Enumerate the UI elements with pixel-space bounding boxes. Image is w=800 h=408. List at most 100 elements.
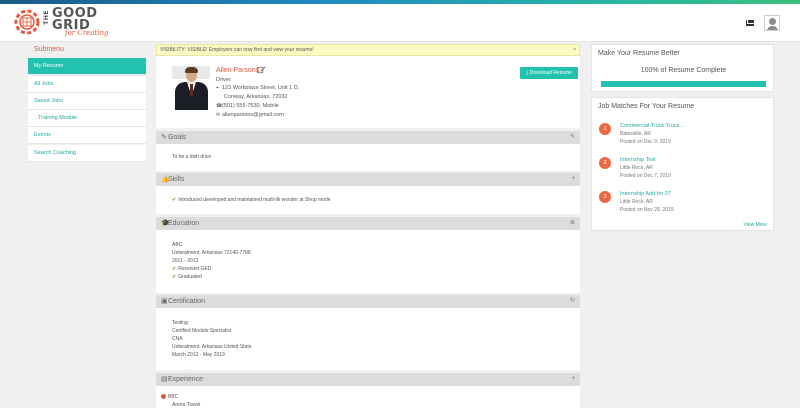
site-header: THE GOOD GRID for Creating: [0, 4, 800, 42]
completion-progress-fill: [601, 81, 766, 87]
experience-section-header: ▤Experience +: [156, 373, 580, 386]
education-check-1: ✔ Received GED: [172, 266, 211, 272]
sidebar-item-saved-jobs[interactable]: Saved Jobs: [28, 93, 146, 110]
user-icon-body: [767, 26, 778, 30]
skills-section-body: ✔ Introduced developed and maintained mul…: [156, 186, 580, 214]
education-add-icon[interactable]: ⊕: [570, 217, 575, 230]
education-section-header: 🎓Education ⊕: [156, 217, 580, 230]
job-match-item: 3 Internship Add-ho 27 Little Rock, AR P…: [598, 190, 768, 220]
sidebar-item-search-coaching[interactable]: Search Coaching: [28, 145, 146, 162]
download-resume-label: Download Resume: [529, 70, 572, 76]
phone-text: (501) 555-7530, Mobile: [222, 103, 279, 109]
job-number-badge: 2: [599, 157, 611, 169]
job-matches-panel: Job Matches For Your Resume 1 Commercial…: [591, 97, 774, 231]
education-location: Unbeatment, Arkansas 72140-7788: [172, 250, 251, 256]
education-check-2: ✔ Graduated: [172, 274, 202, 280]
goals-text: To be a dish drive: [172, 154, 212, 160]
profile-address-line2: Conway, Arkansas, 72032: [224, 94, 288, 100]
education-check-2-text: Graduated: [178, 274, 202, 280]
sidebar-item-events[interactable]: Events: [28, 127, 146, 144]
briefcase-icon: ▤: [161, 376, 168, 383]
download-resume-button[interactable]: ⤓ Download Resume: [520, 67, 578, 79]
job-posted-date: Posted on Dec 9, 2019: [620, 139, 671, 145]
job-location: Little Rock, AR: [620, 165, 653, 171]
user-avatar-button[interactable]: [764, 15, 780, 31]
notice-text: VISIBILITY: VISIBLE! Employers can now f…: [160, 47, 314, 53]
thumbs-up-icon: 👍: [161, 176, 170, 183]
certification-line-1: Testing: [172, 320, 188, 326]
job-location: Little Rock, AR: [620, 199, 653, 205]
education-section-body: ABC Unbeatment, Arkansas 72140-7788 2011…: [156, 230, 580, 293]
completion-title: Make Your Resume Better: [598, 50, 680, 57]
skills-section-header: 👍Skills +: [156, 173, 580, 186]
job-title-link[interactable]: Commercial Truck Truck...: [620, 123, 684, 129]
experience-add-icon[interactable]: +: [571, 373, 575, 386]
sidebar-item-training-module[interactable]: Training Module: [28, 110, 146, 127]
brand-tagline: for Creating: [65, 29, 109, 37]
experience-marker-icon: [161, 394, 166, 400]
sidebar-item-my-resume[interactable]: My Resume: [28, 58, 146, 75]
profile-role: Driver: [216, 77, 231, 83]
address-line1-text: 123 Workplace Street, Unit 1 D,: [222, 85, 300, 91]
gear-logo-icon: [14, 9, 40, 35]
photo-hair: [185, 67, 198, 73]
profile-email[interactable]: ✉ allenparsons@gmail.com: [216, 112, 284, 118]
education-title: Education: [168, 220, 200, 227]
check-icon: ✔: [172, 197, 177, 203]
completion-percent-label: 100% of Resume Complete: [640, 67, 727, 74]
experience-item-sub: Arena Travel: [172, 402, 201, 408]
education-dates: 2011 - 2013: [172, 258, 199, 264]
certification-title: Certification: [168, 298, 205, 305]
check-icon: ✔: [172, 274, 177, 280]
email-text: allenparsons@gmail.com: [222, 112, 284, 118]
logo[interactable]: THE GOOD GRID for Creating: [12, 7, 112, 39]
sidebar-title: Submenu: [34, 46, 64, 53]
goals-section-header: ✎Goals ✎: [156, 131, 580, 144]
visibility-notice: VISIBILITY: VISIBLE! Employers can now f…: [156, 44, 580, 56]
experience-item: BBC: [161, 394, 178, 400]
brand-the: THE: [43, 10, 50, 25]
job-title-link[interactable]: Internship Test: [620, 157, 656, 163]
envelope-icon[interactable]: [746, 20, 754, 26]
photo-tie: [190, 84, 193, 96]
job-match-item: 1 Commercial Truck Truck... Batesville, …: [598, 122, 768, 152]
resume-completion-panel: Make Your Resume Better 100% of Resume C…: [591, 44, 774, 92]
check-icon: ✔: [172, 266, 177, 272]
skills-title: Skills: [168, 176, 185, 183]
experience-section-body: BBC Arena Travel: [156, 386, 580, 408]
certification-line-2: Certified Module Specialist: [172, 328, 232, 334]
profile-photo: [172, 66, 210, 110]
job-location: Batesville, AR: [620, 131, 651, 137]
view-more-link[interactable]: View More: [743, 222, 767, 228]
notice-close-icon[interactable]: ×: [573, 45, 576, 55]
goals-icon: ✎: [161, 134, 167, 141]
job-posted-date: Posted on Dec 7, 2019: [620, 173, 671, 179]
certification-add-icon[interactable]: ↻: [570, 295, 575, 308]
certification-section-header: ▣Certification ↻: [156, 295, 580, 308]
sidebar-item-all-jobs[interactable]: All Jobs: [28, 76, 146, 93]
profile-card: Allen Parsons Driver ⌖ 123 Workplace Stre…: [156, 56, 580, 128]
skill-item: ✔ Introduced developed and maintained mul…: [172, 197, 331, 203]
completion-progress-bar: [601, 81, 766, 87]
goals-title: Goals: [168, 134, 187, 141]
edit-profile-icon[interactable]: [257, 66, 266, 75]
graduation-cap-icon: 🎓: [161, 220, 170, 227]
profile-name: Allen Parsons: [216, 67, 260, 74]
profile-address-line1: ⌖ 123 Workplace Street, Unit 1 D,: [216, 85, 299, 91]
job-number-badge: 3: [599, 191, 611, 203]
experience-title: Experience: [168, 376, 204, 383]
certificate-icon: ▣: [161, 298, 168, 305]
goals-edit-icon[interactable]: ✎: [570, 131, 575, 144]
job-number-badge: 1: [599, 123, 611, 135]
job-match-item: 2 Internship Test Little Rock, AR Posted…: [598, 156, 768, 186]
certification-line-5: March 2013 - May 2019: [172, 352, 225, 358]
job-title-link[interactable]: Internship Add-ho 27: [620, 191, 671, 197]
certification-section-body: Testing Certified Module Specialist CNA …: [156, 308, 580, 370]
education-school: ABC: [172, 242, 183, 248]
certification-line-3: CNA: [172, 336, 183, 342]
skills-add-icon[interactable]: +: [571, 173, 575, 186]
experience-item-title: BBC: [168, 394, 179, 400]
education-check-1-text: Received GED: [178, 266, 212, 272]
goals-section-body: To be a dish drive: [156, 144, 580, 171]
job-matches-title: Job Matches For Your Resume: [598, 103, 695, 110]
